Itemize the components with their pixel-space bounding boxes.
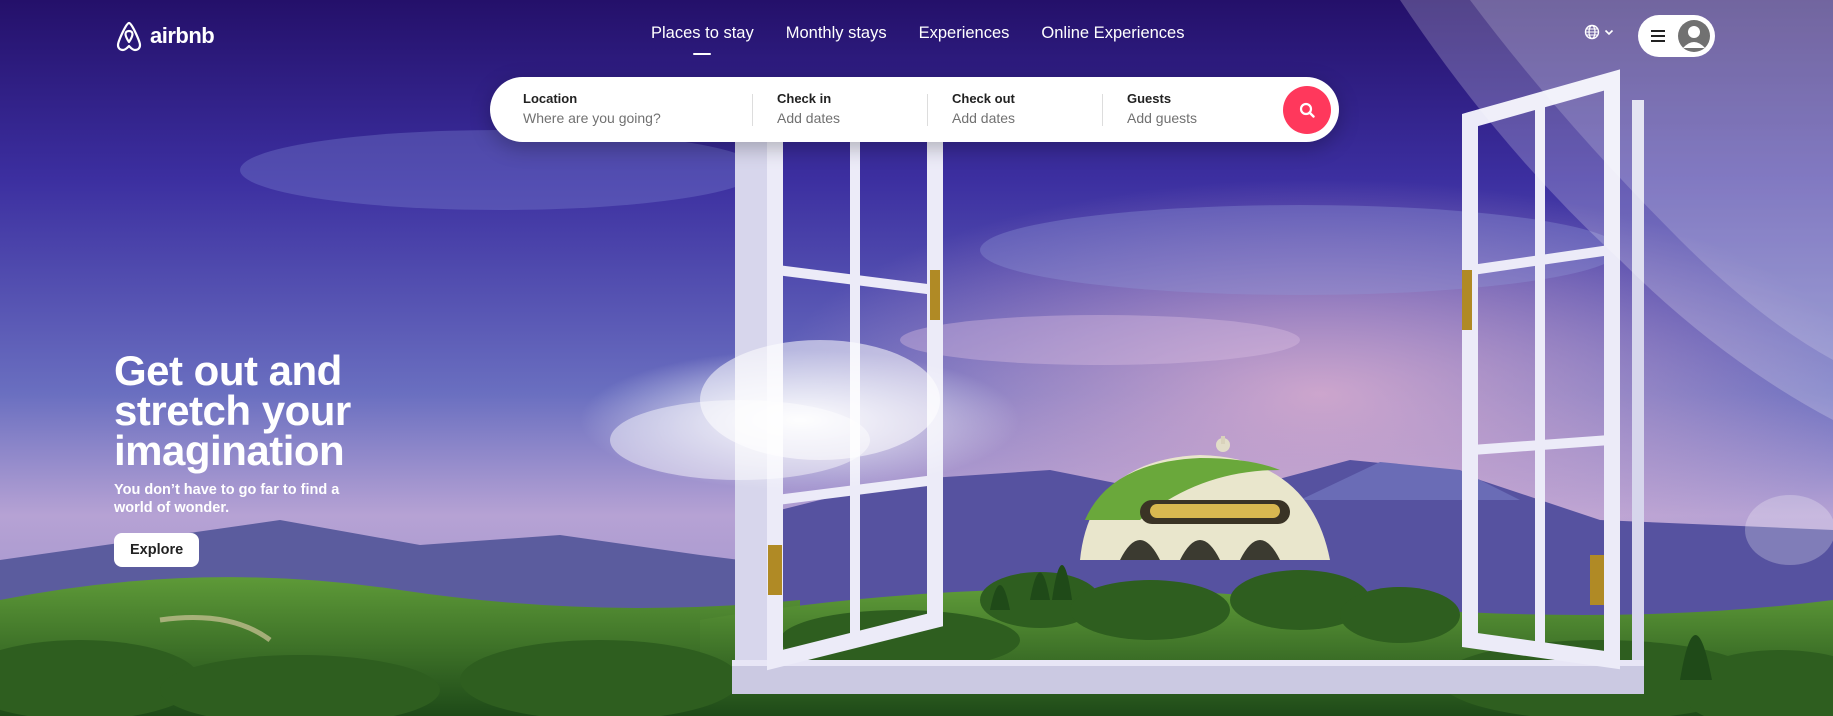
tab-places-to-stay[interactable]: Places to stay	[651, 24, 754, 55]
hamburger-icon	[1651, 30, 1665, 42]
airbnb-logo[interactable]: airbnb	[114, 20, 215, 52]
check-out-input[interactable]: Add dates	[952, 110, 1102, 126]
main-nav: Places to stay Monthly stays Experiences…	[651, 24, 1184, 55]
divider	[1102, 94, 1103, 126]
location-label: Location	[523, 91, 578, 106]
language-button[interactable]	[1584, 24, 1614, 40]
tab-monthly-stays[interactable]: Monthly stays	[786, 24, 887, 43]
logo-text: airbnb	[150, 23, 215, 48]
chevron-down-icon	[1604, 29, 1614, 36]
check-out-label: Check out	[952, 91, 1015, 106]
guests-input[interactable]: Add guests	[1127, 110, 1277, 126]
globe-icon	[1584, 24, 1600, 40]
explore-button[interactable]: Explore	[114, 533, 200, 567]
user-menu-button[interactable]	[1638, 15, 1715, 57]
location-input[interactable]: Where are you going?	[523, 110, 743, 126]
avatar	[1678, 20, 1710, 52]
divider	[927, 94, 928, 126]
guests-label: Guests	[1127, 91, 1172, 106]
hero-subtitle: You don’t have to go far to find a world…	[114, 482, 340, 516]
check-in-input[interactable]: Add dates	[777, 110, 927, 126]
hero-title: Get out and stretch your imagination	[114, 347, 351, 474]
check-out-field[interactable]: Check out Add dates	[952, 91, 1102, 126]
search-button[interactable]	[1283, 86, 1331, 134]
search-icon	[1299, 102, 1315, 118]
location-field[interactable]: Location Where are you going?	[523, 91, 743, 126]
tab-experiences[interactable]: Experiences	[919, 24, 1010, 43]
guests-field[interactable]: Guests Add guests	[1127, 91, 1277, 126]
tab-online-experiences[interactable]: Online Experiences	[1041, 24, 1184, 43]
user-icon	[1683, 26, 1705, 48]
airbnb-logo-icon	[116, 21, 142, 52]
hero-section: Get out and stretch your imagination You…	[114, 347, 414, 567]
search-bar: Location Where are you going? Check in A…	[490, 77, 1339, 142]
divider	[752, 94, 753, 126]
check-in-field[interactable]: Check in Add dates	[777, 91, 927, 126]
check-in-label: Check in	[777, 91, 832, 106]
